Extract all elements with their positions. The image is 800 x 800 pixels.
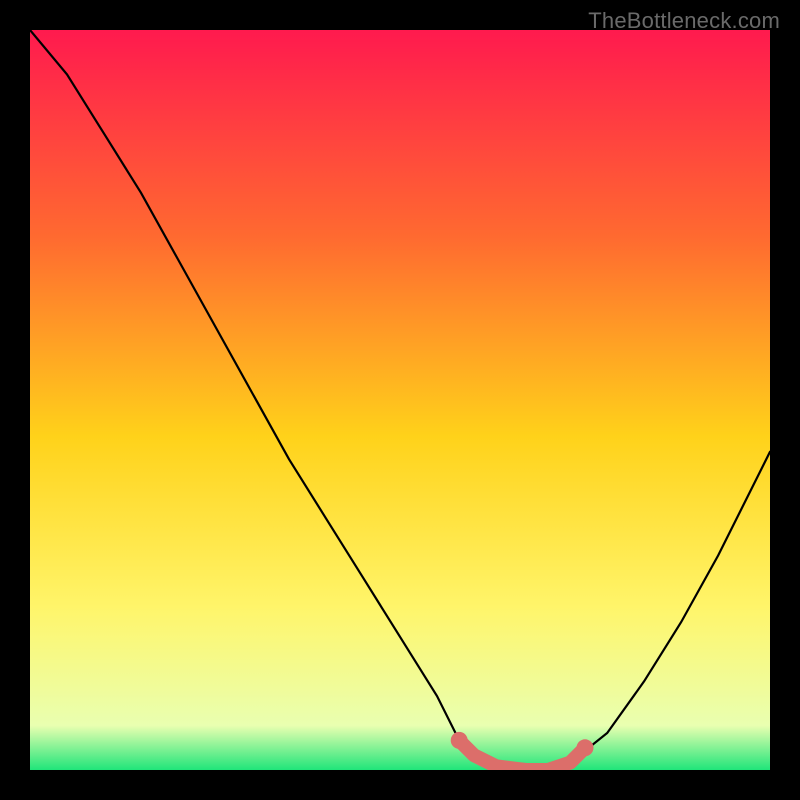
bottleneck-chart — [30, 30, 770, 770]
highlight-start-dot — [451, 732, 468, 749]
chart-container: TheBottleneck.com — [0, 0, 800, 800]
highlight-end-dot — [577, 739, 594, 756]
plot-area — [30, 30, 770, 770]
